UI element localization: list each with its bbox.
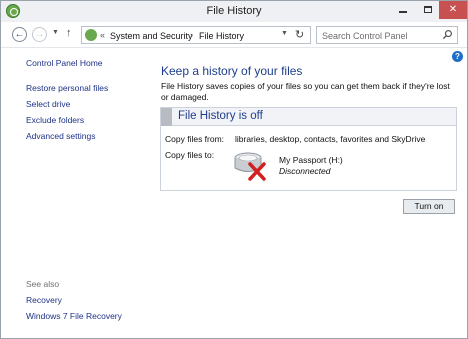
minimize-button[interactable] (390, 1, 416, 19)
back-arrow-icon: ← (14, 29, 25, 40)
recovery-link[interactable]: Recovery (26, 295, 62, 305)
up-button[interactable]: ↑ (66, 27, 72, 39)
turn-on-button[interactable]: Turn on (403, 199, 455, 214)
navigation-bar: ← → ▼ ↑ « System and Security › File His… (1, 22, 467, 48)
forward-button[interactable]: → (32, 27, 47, 42)
page-heading: Keep a history of your files (161, 64, 303, 78)
address-dropdown-icon[interactable]: ▼ (281, 30, 288, 37)
copy-from-label: Copy files from: (165, 134, 225, 144)
control-panel-home-link[interactable]: Control Panel Home (26, 58, 103, 68)
status-title: File History is off (178, 110, 263, 122)
file-history-window: File History ✕ ← → ▼ ↑ « System and Secu… (0, 0, 468, 339)
copy-to-label: Copy files to: (165, 150, 215, 160)
help-icon[interactable]: ? (452, 51, 463, 62)
close-icon: ✕ (448, 4, 458, 15)
advanced-settings-link[interactable]: Advanced settings (26, 131, 95, 141)
drive-name: My Passport (H:) (279, 155, 343, 165)
back-button[interactable]: ← (12, 27, 27, 42)
see-also-label: See also (26, 279, 60, 289)
forward-arrow-icon: → (34, 29, 45, 40)
search-icon[interactable] (442, 29, 453, 40)
copy-from-value: libraries, desktop, contacts, favorites … (235, 134, 426, 144)
close-button[interactable]: ✕ (439, 1, 467, 19)
control-panel-icon (85, 29, 97, 41)
breadcrumb-file-history[interactable]: File History (199, 31, 244, 41)
maximize-button[interactable] (415, 1, 441, 19)
drive-status: Disconnected (279, 166, 331, 176)
page-description: File History saves copies of your files … (161, 81, 450, 102)
recent-locations-button[interactable]: ▼ (52, 29, 59, 36)
title-bar: File History ✕ (1, 1, 467, 22)
maximize-icon (424, 5, 432, 13)
exclude-folders-link[interactable]: Exclude folders (26, 115, 84, 125)
windows-7-file-recovery-link[interactable]: Windows 7 File Recovery (26, 311, 122, 321)
disconnected-drive-icon (234, 152, 266, 181)
breadcrumb-system-and-security[interactable]: System and Security (110, 31, 193, 41)
select-drive-link[interactable]: Select drive (26, 99, 70, 109)
file-history-status-panel: File History is off Copy files from: lib… (160, 107, 457, 191)
refresh-icon[interactable]: ↻ (295, 28, 304, 41)
address-bar[interactable]: « System and Security › File History ▼ ↻ (81, 26, 311, 44)
overflow-chevron-icon[interactable]: « (100, 30, 105, 40)
minimize-icon (399, 11, 407, 14)
search-box[interactable]: Search Control Panel (316, 26, 458, 44)
status-accent-bar (161, 108, 172, 126)
status-header: File History is off (161, 108, 456, 126)
breadcrumb-separator-icon[interactable]: › (190, 30, 193, 40)
search-input[interactable]: Search Control Panel (322, 31, 408, 41)
restore-personal-files-link[interactable]: Restore personal files (26, 83, 108, 93)
up-arrow-icon: ↑ (66, 27, 72, 39)
chevron-down-icon: ▼ (52, 29, 59, 36)
